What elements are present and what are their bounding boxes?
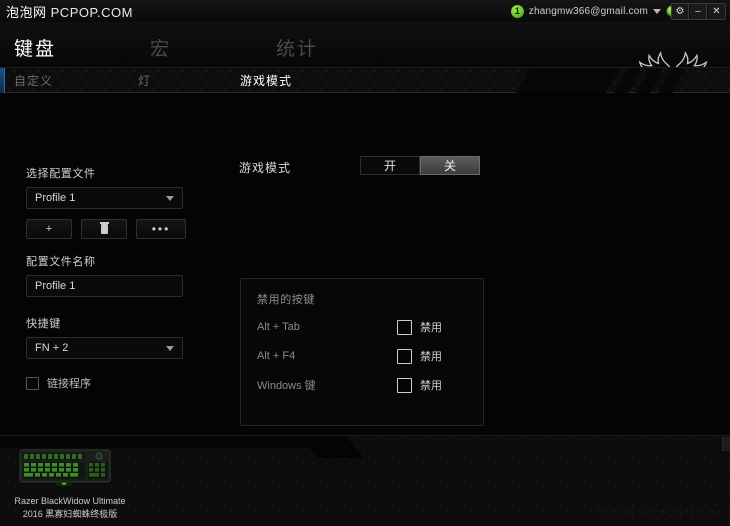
game-mode-on-button[interactable]: 开	[360, 156, 420, 175]
profile-actions: + •••	[26, 219, 186, 239]
settings-button[interactable]: ⚙	[672, 4, 689, 19]
link-program-checkbox[interactable]	[26, 376, 39, 390]
watermark-bottom-cn: 泡泡网	[595, 506, 636, 521]
disabled-key-row: Alt + F4 禁用	[257, 346, 469, 366]
key-label-alt-tab: Alt + Tab	[257, 321, 300, 333]
plus-icon: +	[45, 223, 53, 235]
tab-macro[interactable]: 宏	[132, 34, 250, 67]
window-controls: ⚙ – ✕	[671, 3, 726, 20]
slash-decoration	[490, 68, 730, 94]
notification-badge[interactable]: 1	[510, 4, 524, 18]
device-footer: Razer BlackWidow Ultimate 2016 黑寡妇蜘蛛终极版 …	[0, 435, 730, 526]
right-edge-handle[interactable]	[722, 437, 730, 451]
link-program-label: 链接程序	[47, 378, 91, 390]
device-name-label: Razer BlackWidow Ultimate 2016 黑寡妇蜘蛛终极版	[0, 495, 140, 521]
disabled-keys-title: 禁用的按键	[257, 294, 315, 306]
tab-keyboard[interactable]: 键盘	[14, 34, 132, 67]
disable-alt-f4-label: 禁用	[420, 351, 442, 363]
profile-name-label: 配置文件名称	[26, 256, 96, 268]
watermark-top: 泡泡网 PCPOP.COM	[6, 2, 133, 21]
profile-name-input[interactable]: Profile 1	[26, 275, 183, 297]
profile-panel: 选择配置文件 Profile 1 + ••• 配置文件名称 Profile 1	[26, 165, 186, 391]
chevron-down-icon	[166, 196, 174, 201]
profile-select-value: Profile 1	[35, 192, 76, 204]
shortcut-value: FN + 2	[35, 342, 69, 354]
razer-synapse-window: 泡泡网 PCPOP.COM 1 zhangmw366@gmail.com ⚙ –…	[0, 0, 730, 526]
disable-alt-tab-checkbox[interactable]	[397, 319, 412, 335]
watermark-bottom: 泡泡网 PCPOP.COM	[595, 503, 722, 522]
watermark-top-en: PCPOP.COM	[50, 5, 133, 20]
shortcut-label: 快捷键	[26, 318, 61, 330]
disabled-key-row: Alt + Tab 禁用	[257, 317, 469, 337]
account-email-label: zhangmw366@gmail.com	[528, 5, 648, 17]
game-mode-header: 游戏模式 开 关	[239, 156, 484, 178]
watermark-bottom-en: PCPOP.COM	[639, 506, 722, 521]
content-area: 选择配置文件 Profile 1 + ••• 配置文件名称 Profile 1	[0, 93, 730, 435]
disabled-key-row: Windows 键 禁用	[257, 375, 469, 395]
keyboard-device-image[interactable]	[18, 444, 112, 489]
close-button[interactable]: ✕	[708, 4, 725, 19]
game-mode-toggle: 开 关	[360, 156, 480, 175]
subtab-lighting[interactable]: 灯	[138, 72, 151, 89]
disabled-keys-panel: 禁用的按键 Alt + Tab 禁用 Alt + F4 禁用 Windows 键…	[240, 278, 484, 426]
tab-stats[interactable]: 统计	[250, 34, 368, 67]
title-bar: 泡泡网 PCPOP.COM 1 zhangmw366@gmail.com ⚙ –…	[0, 0, 730, 22]
profile-select[interactable]: Profile 1	[26, 187, 183, 209]
delete-profile-button[interactable]	[81, 219, 127, 239]
trash-icon	[99, 222, 109, 234]
shortcut-select[interactable]: FN + 2	[26, 337, 183, 359]
game-mode-title: 游戏模式	[239, 160, 292, 175]
sub-tab-strip: 自定义 灯 游戏模式	[0, 67, 730, 94]
disable-windows-key-label: 禁用	[420, 380, 442, 392]
link-program-row[interactable]: 链接程序	[26, 375, 186, 391]
watermark-top-cn: 泡泡网	[6, 5, 47, 20]
game-mode-off-button[interactable]: 关	[420, 156, 480, 175]
subtab-customize[interactable]: 自定义	[14, 72, 53, 89]
footer-bevel	[300, 436, 364, 458]
more-options-button[interactable]: •••	[136, 219, 186, 239]
key-label-alt-f4: Alt + F4	[257, 350, 296, 362]
disable-alt-f4-checkbox[interactable]	[397, 348, 412, 364]
main-tab-strip: 键盘 宏 统计	[0, 22, 730, 101]
account-area[interactable]: 1 zhangmw366@gmail.com	[510, 0, 678, 22]
profile-name-value: Profile 1	[35, 280, 76, 292]
chevron-down-icon[interactable]	[653, 8, 661, 14]
add-profile-button[interactable]: +	[26, 219, 72, 239]
disable-windows-key-checkbox[interactable]	[397, 377, 412, 393]
ellipsis-icon: •••	[151, 222, 171, 236]
profile-select-label: 选择配置文件	[26, 168, 96, 180]
key-label-windows: Windows 键	[257, 380, 316, 392]
device-name-line2: 2016 黑寡妇蜘蛛终极版	[22, 509, 118, 520]
disable-alt-tab-label: 禁用	[420, 322, 442, 334]
minimize-button[interactable]: –	[690, 4, 707, 19]
chevron-down-icon	[166, 346, 174, 351]
subtab-gaming-mode[interactable]: 游戏模式	[240, 72, 292, 89]
device-name-line1: Razer BlackWidow Ultimate	[14, 496, 126, 506]
subtab-accent-marker	[0, 68, 5, 94]
